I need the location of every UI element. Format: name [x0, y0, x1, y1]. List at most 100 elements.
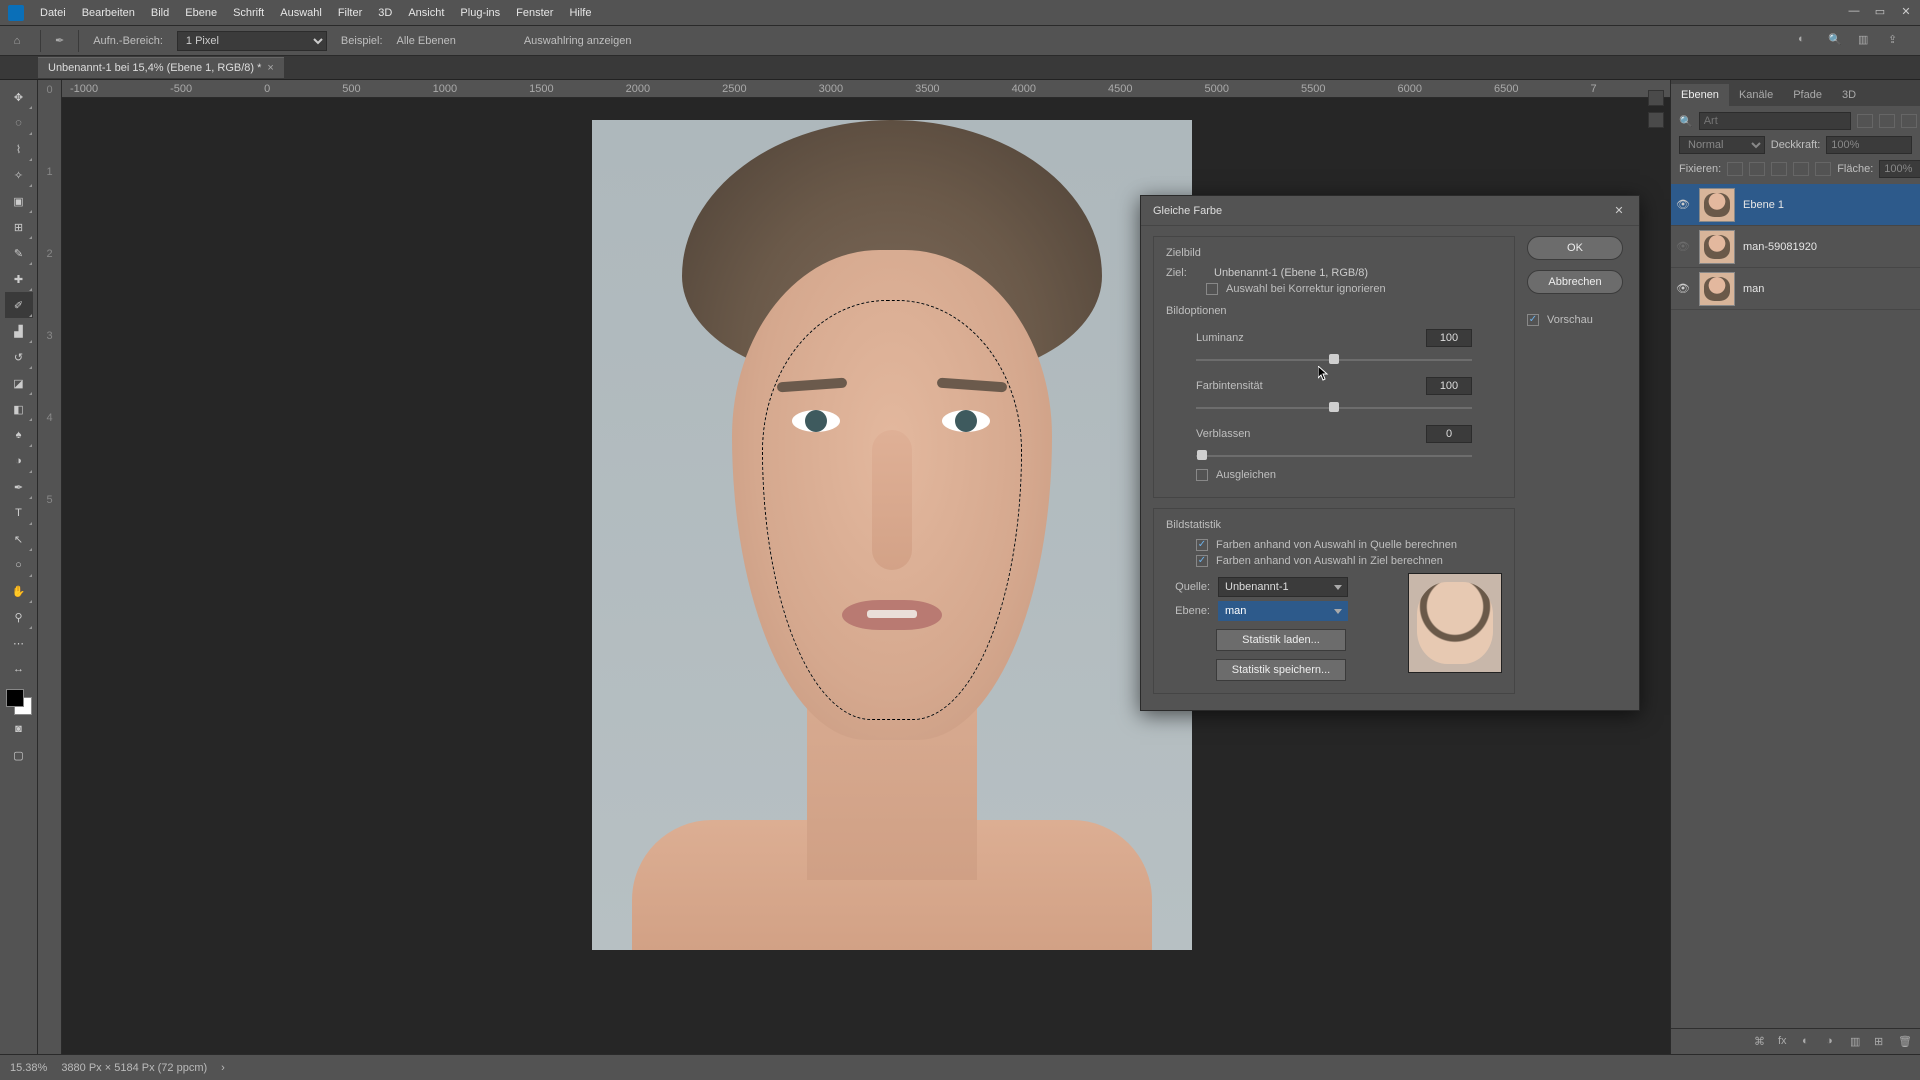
menu-item[interactable]: Auswahl	[280, 7, 322, 19]
gradient-tool-icon[interactable]: ◧	[5, 396, 33, 422]
heal-tool-icon[interactable]: ✚	[5, 266, 33, 292]
brush-tool-icon[interactable]: ✐	[5, 292, 33, 318]
menu-item[interactable]: Bild	[151, 7, 169, 19]
menu-item[interactable]: Ebene	[185, 7, 217, 19]
document-tab[interactable]: Unbenannt-1 bei 15,4% (Ebene 1, RGB/8) *…	[38, 57, 284, 78]
blur-tool-icon[interactable]: ♠	[5, 422, 33, 448]
marquee-tool-icon[interactable]: ◌	[5, 110, 33, 136]
history-brush-icon[interactable]: ↺	[5, 344, 33, 370]
visibility-icon[interactable]: 👁	[1675, 240, 1691, 253]
use-target-selection-checkbox[interactable]	[1196, 555, 1208, 567]
tab-3d[interactable]: 3D	[1832, 84, 1866, 106]
fade-input[interactable]	[1426, 425, 1472, 443]
dock-icon[interactable]	[1648, 90, 1664, 106]
luminance-input[interactable]	[1426, 329, 1472, 347]
menu-item[interactable]: Schrift	[233, 7, 264, 19]
wand-tool-icon[interactable]: ✧	[5, 162, 33, 188]
lock-icons[interactable]	[1727, 162, 1831, 176]
target-group: Zielbild Ziel: Unbenannt-1 (Ebene 1, RGB…	[1153, 236, 1515, 498]
menu-item[interactable]: Plug-ins	[460, 7, 500, 19]
tab-channels[interactable]: Kanäle	[1729, 84, 1783, 106]
crop-tool-icon[interactable]: ▣	[5, 188, 33, 214]
eyedropper-icon[interactable]: ✒	[55, 34, 64, 47]
visibility-icon[interactable]: 👁	[1675, 198, 1691, 211]
fx-icon[interactable]: fx	[1778, 1035, 1792, 1049]
close-icon[interactable]: ✕	[1898, 4, 1914, 18]
dialog-titlebar[interactable]: Gleiche Farbe ✕	[1141, 196, 1639, 226]
sample-size-select[interactable]: 1 Pixel	[177, 31, 327, 51]
preview-checkbox[interactable]	[1527, 314, 1539, 326]
filter-icons[interactable]	[1857, 114, 1920, 128]
move-tool-icon[interactable]: ✥	[5, 84, 33, 110]
menu-item[interactable]: 3D	[378, 7, 392, 19]
search-icon[interactable]: 🔍	[1828, 33, 1844, 49]
adjustment-icon[interactable]: ◑	[1826, 1035, 1840, 1049]
ruler-tick: -500	[170, 83, 192, 95]
mask-icon[interactable]: ◐	[1802, 1035, 1816, 1049]
color-swatch[interactable]	[5, 688, 33, 716]
layer-search-input[interactable]	[1699, 112, 1851, 130]
search-icon[interactable]: 🔍	[1679, 115, 1693, 128]
menu-item[interactable]: Hilfe	[569, 7, 591, 19]
screenmode-icon[interactable]: ▢	[5, 742, 33, 768]
cloud-icon[interactable]: ◐	[1798, 33, 1814, 49]
close-dialog-icon[interactable]: ✕	[1611, 203, 1627, 219]
tab-layers[interactable]: Ebenen	[1671, 84, 1729, 106]
neutralize-checkbox[interactable]	[1196, 469, 1208, 481]
hand-tool-icon[interactable]: ✋	[5, 578, 33, 604]
opacity-input[interactable]	[1826, 136, 1912, 154]
tab-paths[interactable]: Pfade	[1783, 84, 1832, 106]
home-icon[interactable]: ⌂	[8, 32, 26, 50]
stamp-tool-icon[interactable]: ▟	[5, 318, 33, 344]
new-layer-icon[interactable]: ⊞	[1874, 1035, 1888, 1049]
cancel-button[interactable]: Abbrechen	[1527, 270, 1623, 294]
workspace-icon[interactable]: ▥	[1858, 33, 1874, 49]
close-tab-icon[interactable]: ×	[267, 62, 273, 74]
dodge-tool-icon[interactable]: ◑	[5, 448, 33, 474]
pen-tool-icon[interactable]: ✒	[5, 474, 33, 500]
zoom-tool-icon[interactable]: ⚲	[5, 604, 33, 630]
trash-icon[interactable]: 🗑	[1898, 1035, 1912, 1049]
chevron-right-icon[interactable]: ›	[221, 1062, 225, 1074]
fade-slider[interactable]	[1196, 449, 1472, 463]
quickmask-icon[interactable]: ◙	[5, 716, 33, 742]
ignore-selection-checkbox[interactable]	[1206, 283, 1218, 295]
maximize-icon[interactable]: ▭	[1872, 4, 1888, 18]
zoom-level[interactable]: 15.38%	[10, 1062, 47, 1074]
layer-row[interactable]: 👁 man-59081920	[1671, 226, 1920, 268]
layer-select[interactable]: man	[1218, 601, 1348, 621]
frame-tool-icon[interactable]: ⊞	[5, 214, 33, 240]
fill-input[interactable]	[1879, 160, 1920, 178]
save-stats-button[interactable]: Statistik speichern...	[1216, 659, 1346, 681]
shape-tool-icon[interactable]: ○	[5, 552, 33, 578]
layer-row[interactable]: 👁 Ebene 1	[1671, 184, 1920, 226]
menu-item[interactable]: Datei	[40, 7, 66, 19]
visibility-icon[interactable]: 👁	[1675, 282, 1691, 295]
source-select[interactable]: Unbenannt-1	[1218, 577, 1348, 597]
blend-mode-select[interactable]: Normal	[1679, 136, 1765, 154]
group-icon[interactable]: ▥	[1850, 1035, 1864, 1049]
use-source-selection-checkbox[interactable]	[1196, 539, 1208, 551]
dock-icon[interactable]	[1648, 112, 1664, 128]
ok-button[interactable]: OK	[1527, 236, 1623, 260]
menu-item[interactable]: Filter	[338, 7, 362, 19]
eraser-tool-icon[interactable]: ◪	[5, 370, 33, 396]
path-tool-icon[interactable]: ↖	[5, 526, 33, 552]
layer-row[interactable]: 👁 man	[1671, 268, 1920, 310]
edit-toolbar-icon[interactable]: ↔	[5, 656, 33, 682]
luminance-slider[interactable]	[1196, 353, 1472, 367]
minimize-icon[interactable]: —	[1846, 4, 1862, 18]
menu-item[interactable]: Ansicht	[408, 7, 444, 19]
share-icon[interactable]: ⇪	[1888, 33, 1904, 49]
doc-info[interactable]: 3880 Px × 5184 Px (72 ppcm)	[61, 1062, 207, 1074]
more-tools-icon[interactable]: ⋯	[5, 630, 33, 656]
intensity-input[interactable]	[1426, 377, 1472, 395]
load-stats-button[interactable]: Statistik laden...	[1216, 629, 1346, 651]
link-icon[interactable]: ⌘	[1754, 1035, 1768, 1049]
intensity-slider[interactable]	[1196, 401, 1472, 415]
lasso-tool-icon[interactable]: ⌇	[5, 136, 33, 162]
type-tool-icon[interactable]: T	[5, 500, 33, 526]
eyedropper-tool-icon[interactable]: ✎	[5, 240, 33, 266]
menu-item[interactable]: Fenster	[516, 7, 553, 19]
menu-item[interactable]: Bearbeiten	[82, 7, 135, 19]
